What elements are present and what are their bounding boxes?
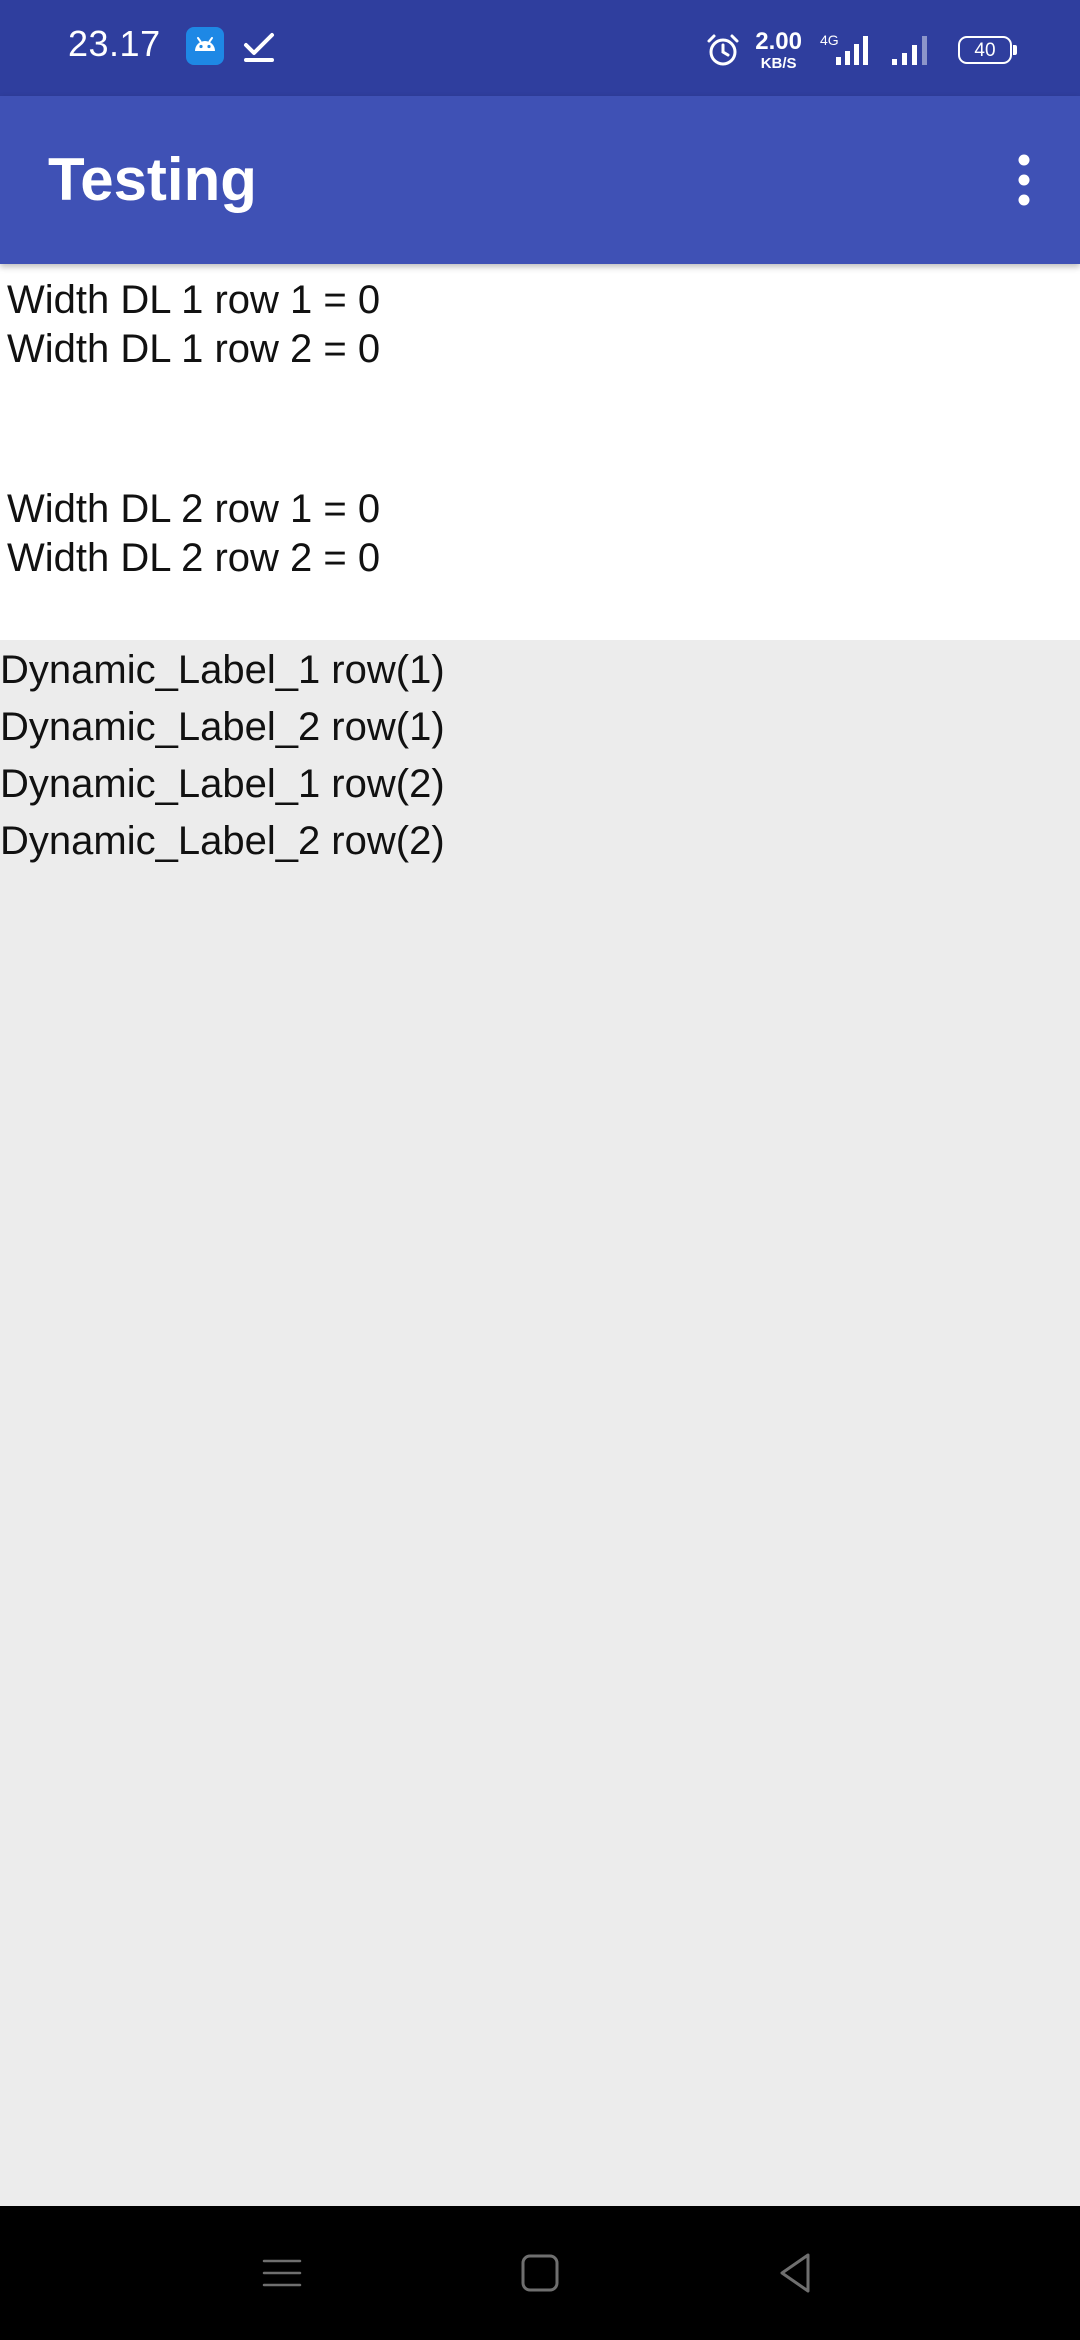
signal-4g-icon: 4G (820, 31, 872, 69)
battery-icon: 40 (958, 36, 1017, 64)
dynamic-label-2-row-1: Dynamic_Label_2 row(1) (0, 705, 445, 749)
app-bar: Testing (0, 96, 1080, 264)
navigation-bar (0, 2206, 1080, 2340)
alarm-clock-icon (705, 32, 741, 68)
home-icon[interactable] (500, 2233, 580, 2313)
width-dl2-row2: Width DL 2 row 2 = 0 (7, 536, 381, 580)
app-screen: 23.17 2.00 KB/S 4G 40 Testing Width DL 1… (0, 0, 1080, 2340)
android-notification-icon (186, 27, 224, 65)
status-indicators: 2.00 KB/S 4G 40 (705, 0, 1017, 96)
network-speed-value: 2.00 (755, 27, 802, 55)
checkmark-icon (242, 27, 276, 65)
width-dl1-row1: Width DL 1 row 1 = 0 (7, 278, 381, 322)
status-bar: 23.17 2.00 KB/S 4G 40 (0, 0, 1080, 96)
back-icon[interactable] (756, 2233, 836, 2313)
more-vert-icon[interactable] (992, 132, 1056, 228)
menu-icon[interactable] (242, 2233, 322, 2313)
dynamic-label-1-row-2: Dynamic_Label_1 row(2) (0, 762, 445, 806)
network-speed-unit: KB/S (760, 54, 797, 72)
network-speed: 2.00 KB/S (755, 27, 802, 72)
dynamic-label-1-row-1: Dynamic_Label_1 row(1) (0, 648, 445, 692)
width-dl1-row2: Width DL 1 row 2 = 0 (7, 327, 381, 371)
dynamic-label-2-row-2: Dynamic_Label_2 row(2) (0, 819, 445, 863)
svg-text:4G: 4G (820, 32, 839, 48)
status-time: 23.17 (68, 23, 161, 64)
page-title: Testing (48, 146, 257, 213)
width-info-panel: Width DL 1 row 1 = 0 Width DL 1 row 2 = … (0, 264, 1080, 640)
width-dl2-row1: Width DL 2 row 1 = 0 (7, 487, 381, 531)
battery-level: 40 (974, 39, 996, 61)
signal-icon (882, 31, 934, 69)
